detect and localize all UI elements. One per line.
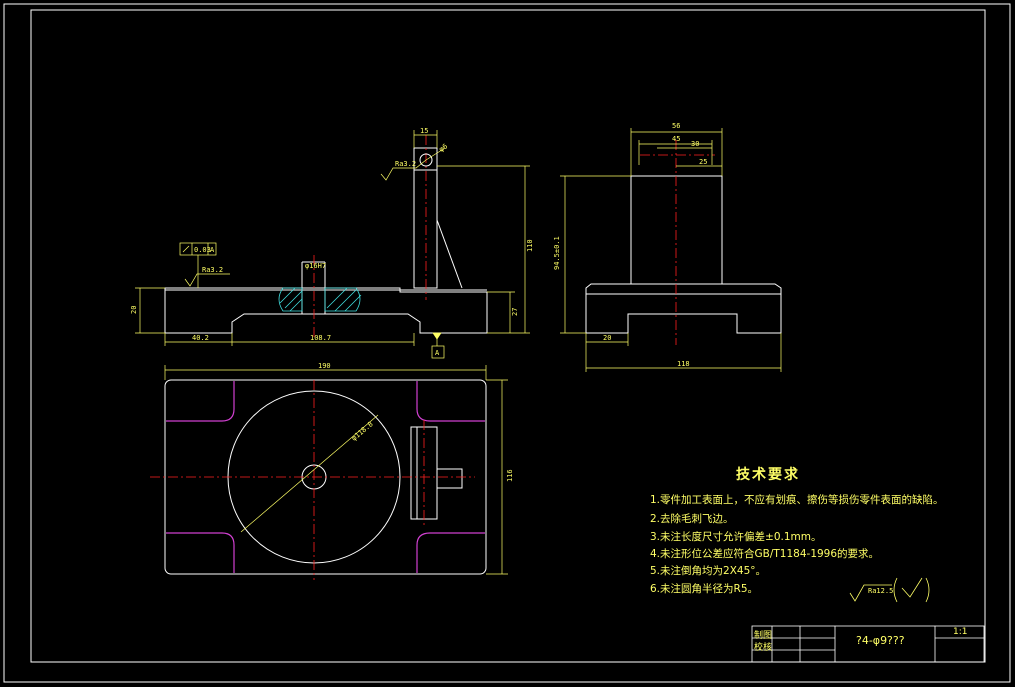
dim-30: 30	[691, 140, 699, 148]
front-view-hatch	[278, 287, 362, 312]
dim-20-left: 20	[130, 306, 138, 314]
dim-20-foot: 20	[603, 334, 611, 342]
roughness-top: Ra3.2	[202, 266, 223, 274]
tech-item-2: 2.去除毛刺飞边。	[650, 513, 734, 525]
datum-a-label: A	[435, 349, 440, 357]
top-view-centerlines	[150, 380, 475, 580]
flatness-datum: A	[210, 246, 215, 254]
tech-item-1: 1.零件加工表面上，不应有划痕、擦伤等损伤零件表面的缺陷。	[650, 494, 944, 506]
dim-15: 15	[420, 127, 428, 135]
dim-190: 190	[318, 362, 331, 370]
title-block-checked-label: 校核	[754, 643, 773, 653]
side-view-dim-text: 56 45 30 25 94.5±0.1 20 118	[553, 122, 707, 368]
dim-56: 56	[672, 122, 680, 130]
dim-108-7: 108.7	[310, 334, 331, 342]
dim-25: 25	[699, 158, 707, 166]
title-block-part-name: ?4-φ9???	[856, 634, 905, 647]
dim-27: 27	[511, 308, 519, 316]
front-view	[164, 147, 488, 334]
side-view-dimensions	[560, 128, 782, 372]
outer-frame	[3, 3, 1011, 683]
tech-item-4: 4.未注形位公差应符合GB/T1184-1996的要求。	[650, 548, 880, 560]
roughness-post: Ra3.2	[395, 160, 416, 168]
dim-118: 118	[677, 360, 690, 368]
tech-item-5: 5.未注倒角均为2X45°。	[650, 565, 767, 577]
front-view-dimensions	[135, 130, 530, 359]
dim-94-5: 94.5±0.1	[553, 236, 561, 270]
tech-item-6: 6.未注圆角半径为R5。	[650, 583, 758, 595]
title-block-scale: 1:1	[953, 627, 968, 637]
dim-45: 45	[672, 135, 680, 143]
inner-frame	[30, 9, 986, 663]
side-view	[585, 175, 782, 334]
dim-circle: φ118.8	[350, 420, 375, 442]
tech-item-3: 3.未注长度尺寸允许偏差±0.1mm。	[650, 531, 822, 543]
front-view-dim-text: 20 40.2 108.7 15 110 27 φ16H7 φ6 Ra3.2 R…	[130, 127, 534, 357]
tech-requirements-title: 技术要求	[736, 467, 800, 483]
flatness-value: 0.03	[194, 246, 211, 254]
drawing-canvas: 20 40.2 108.7 15 110 27 φ16H7 φ6 Ra3.2 R…	[3, 3, 1011, 683]
dim-bore: φ16H7	[305, 262, 326, 270]
dim-110: 110	[526, 239, 534, 252]
dim-116: 116	[506, 469, 514, 482]
dim-40-2: 40.2	[192, 334, 209, 342]
roughness-general: Ra12.5	[868, 587, 893, 595]
